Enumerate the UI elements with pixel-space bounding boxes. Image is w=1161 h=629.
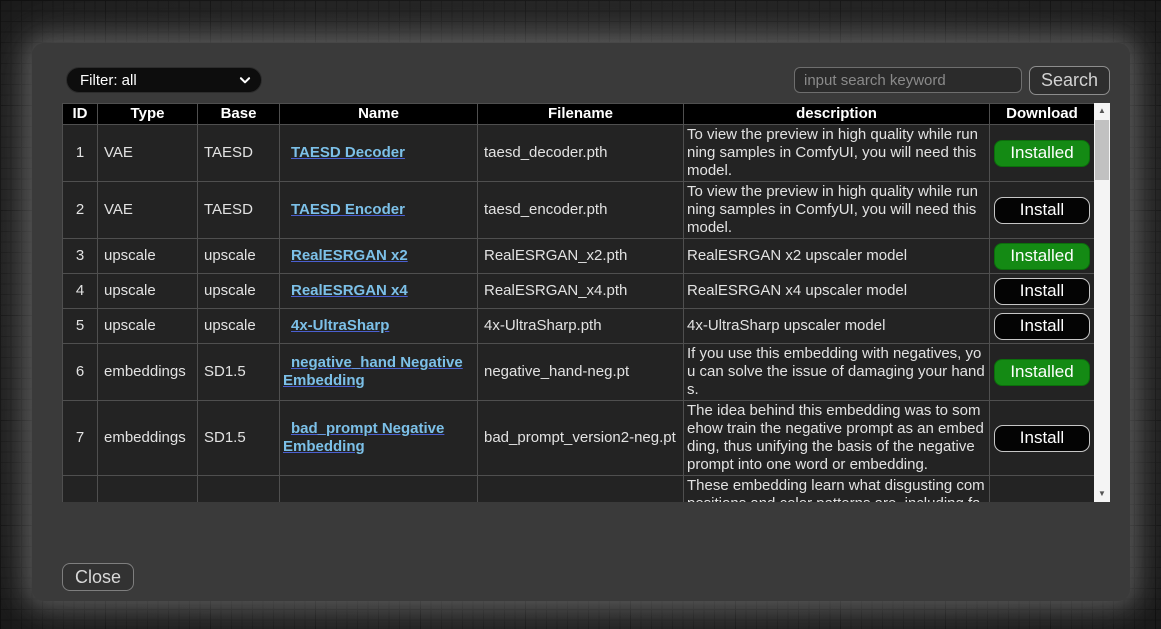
model-type-cell: upscale [98, 239, 198, 274]
scroll-down-icon[interactable]: ▼ [1094, 486, 1110, 502]
table-row: 5upscaleupscale4x-UltraSharp4x-UltraShar… [63, 309, 1095, 344]
model-download-cell: Install [990, 182, 1095, 239]
model-name-cell: RealESRGAN x4 [280, 274, 478, 309]
model-name-cell: bad_prompt Negative Embedding [280, 401, 478, 476]
model-id-cell: 1 [63, 125, 98, 182]
model-name-link[interactable]: bad_prompt Negative Embedding [283, 420, 444, 455]
model-name-link[interactable]: negative_hand Negative Embedding [283, 354, 463, 389]
table-row: 3upscaleupscaleRealESRGAN x2RealESRGAN_x… [63, 239, 1095, 274]
model-download-cell: Installed [990, 344, 1095, 401]
table-row: 2VAETAESD TAESD Encoder taesd_encoder.pthT… [63, 182, 1095, 239]
installed-button[interactable]: Installed [994, 243, 1090, 270]
model-download-cell: Installed [990, 125, 1095, 182]
models-table: IDTypeBaseNameFilenamedescriptionDownloa… [62, 103, 1095, 502]
model-type-cell [98, 476, 198, 503]
model-id-cell: 5 [63, 309, 98, 344]
model-base-cell: SD1.5 [198, 401, 280, 476]
search-button[interactable]: Search [1029, 66, 1110, 95]
model-description-cell: 4x-UltraSharp upscaler model [684, 309, 990, 344]
column-header-filename: Filename [478, 104, 684, 125]
model-name-link[interactable]: TAESD Decoder [291, 144, 405, 161]
models-table-container: IDTypeBaseNameFilenamedescriptionDownloa… [62, 103, 1110, 502]
model-description-cell: To view the preview in high quality whil… [684, 125, 990, 182]
model-name-cell: TAESD Encoder [280, 182, 478, 239]
table-row: 7embeddingsSD1.5bad_prompt Negative Embe… [63, 401, 1095, 476]
model-name-cell: TAESD Decoder [280, 125, 478, 182]
model-filename-cell: bad_prompt_version2-neg.pt [478, 401, 684, 476]
model-id-cell [63, 476, 98, 503]
installed-button[interactable]: Installed [994, 140, 1090, 167]
column-header-id: ID [63, 104, 98, 125]
comfyui-canvas-background: Filter: all Search IDTypeBaseNameFilenam… [0, 0, 1161, 629]
model-type-cell: VAE [98, 182, 198, 239]
model-id-cell: 4 [63, 274, 98, 309]
model-base-cell: upscale [198, 239, 280, 274]
column-header-type: Type [98, 104, 198, 125]
model-id-cell: 6 [63, 344, 98, 401]
model-type-cell: upscale [98, 274, 198, 309]
model-base-cell: upscale [198, 309, 280, 344]
model-filename-cell: taesd_encoder.pth [478, 182, 684, 239]
model-type-cell: embeddings [98, 401, 198, 476]
install-button[interactable]: Install [994, 278, 1090, 305]
model-download-cell: Install [990, 401, 1095, 476]
model-filename-cell: RealESRGAN_x4.pth [478, 274, 684, 309]
scrollbar-thumb[interactable] [1095, 120, 1109, 180]
filter-select-wrap: Filter: all [66, 67, 262, 93]
model-download-cell [990, 476, 1095, 503]
model-name-link[interactable]: RealESRGAN x2 [291, 247, 408, 264]
table-scrollbar[interactable]: ▲ ▼ [1094, 103, 1110, 502]
model-type-cell: upscale [98, 309, 198, 344]
model-description-cell: RealESRGAN x2 upscaler model [684, 239, 990, 274]
model-filename-cell: negative_hand-neg.pt [478, 344, 684, 401]
model-download-cell: Install [990, 309, 1095, 344]
install-button[interactable]: Install [994, 425, 1090, 452]
model-filename-cell: 4x-UltraSharp.pth [478, 309, 684, 344]
filter-select[interactable]: Filter: all [66, 67, 262, 93]
model-id-cell: 2 [63, 182, 98, 239]
install-models-dialog: Filter: all Search IDTypeBaseNameFilenam… [32, 43, 1130, 601]
column-header-name: Name [280, 104, 478, 125]
model-name-cell: 4x-UltraSharp [280, 309, 478, 344]
close-button[interactable]: Close [62, 563, 134, 591]
model-id-cell: 7 [63, 401, 98, 476]
model-type-cell: VAE [98, 125, 198, 182]
column-header-description: description [684, 104, 990, 125]
model-base-cell: TAESD [198, 182, 280, 239]
table-row: 4upscaleupscaleRealESRGAN x4RealESRGAN_x… [63, 274, 1095, 309]
model-download-cell: Installed [990, 239, 1095, 274]
table-row: 6embeddingsSD1.5negative_hand Negative E… [63, 344, 1095, 401]
model-name-link[interactable]: TAESD Encoder [291, 201, 405, 218]
model-description-cell: To view the preview in high quality whil… [684, 182, 990, 239]
model-name-link[interactable]: 4x-UltraSharp [291, 317, 389, 334]
search-input[interactable] [794, 67, 1022, 93]
model-description-cell: The idea behind this embedding was to so… [684, 401, 990, 476]
model-id-cell: 3 [63, 239, 98, 274]
column-header-download: Download [990, 104, 1095, 125]
model-filename-cell: RealESRGAN_x2.pth [478, 239, 684, 274]
model-base-cell [198, 476, 280, 503]
model-description-cell: These embedding learn what disgusting co… [684, 476, 990, 503]
model-filename-cell: taesd_decoder.pth [478, 125, 684, 182]
installed-button[interactable]: Installed [994, 359, 1090, 386]
column-header-base: Base [198, 104, 280, 125]
model-description-cell: If you use this embedding with negatives… [684, 344, 990, 401]
model-download-cell: Install [990, 274, 1095, 309]
table-row: 1VAETAESD TAESD Decoder taesd_decoder.pthT… [63, 125, 1095, 182]
table-row: These embedding learn what disgusting co… [63, 476, 1095, 503]
install-button[interactable]: Install [994, 313, 1090, 340]
table-header-row: IDTypeBaseNameFilenamedescriptionDownloa… [63, 104, 1095, 125]
model-type-cell: embeddings [98, 344, 198, 401]
model-base-cell: TAESD [198, 125, 280, 182]
install-button[interactable]: Install [994, 197, 1090, 224]
model-description-cell: RealESRGAN x4 upscaler model [684, 274, 990, 309]
model-name-cell: negative_hand Negative Embedding [280, 344, 478, 401]
model-base-cell: upscale [198, 274, 280, 309]
model-name-link[interactable]: RealESRGAN x4 [291, 282, 408, 299]
scroll-up-icon[interactable]: ▲ [1094, 103, 1110, 119]
model-base-cell: SD1.5 [198, 344, 280, 401]
model-filename-cell [478, 476, 684, 503]
model-name-cell [280, 476, 478, 503]
model-name-cell: RealESRGAN x2 [280, 239, 478, 274]
